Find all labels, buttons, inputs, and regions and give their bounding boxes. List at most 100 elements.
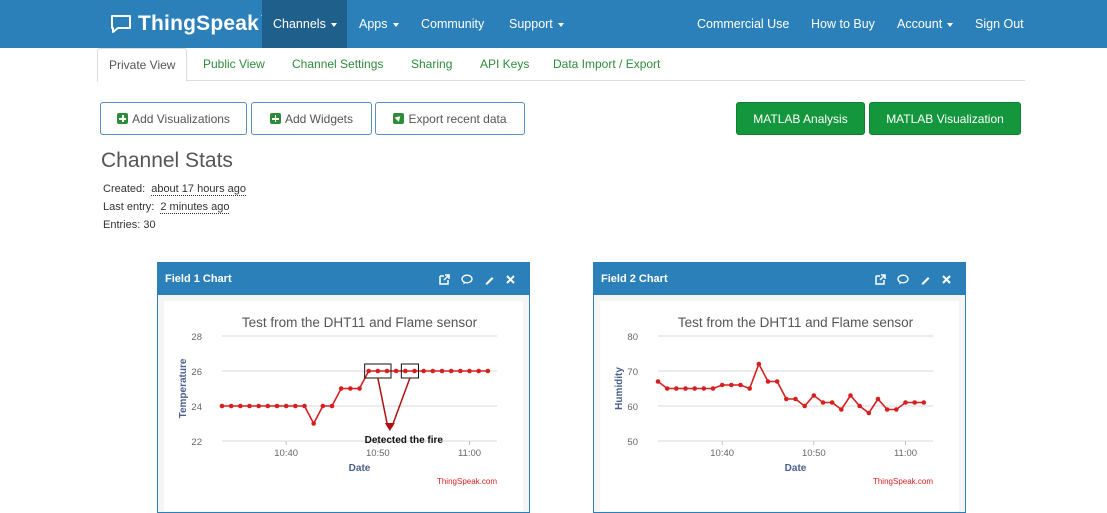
data-point bbox=[894, 407, 899, 412]
chart-title: Test from the DHT11 and Flame sensor bbox=[242, 315, 478, 330]
data-point bbox=[784, 396, 789, 402]
close-icon[interactable] bbox=[506, 274, 515, 284]
data-point bbox=[875, 396, 881, 402]
y-axis-label: Temperature bbox=[178, 358, 189, 418]
nav-apps[interactable]: Apps bbox=[359, 0, 399, 48]
data-point bbox=[311, 421, 316, 426]
nav-sign-out[interactable]: Sign Out bbox=[975, 0, 1024, 48]
data-point bbox=[430, 368, 436, 374]
data-point bbox=[692, 386, 697, 391]
data-point bbox=[366, 368, 371, 374]
field-1-panel-title: Field 1 Chart bbox=[165, 273, 232, 285]
tab-sharing[interactable]: Sharing bbox=[411, 48, 452, 81]
data-point bbox=[485, 368, 491, 374]
matlab-analysis-label: MATLAB Analysis bbox=[753, 111, 848, 126]
top-navbar: ThingSpeak™ Channels Apps Community Supp… bbox=[0, 0, 1107, 48]
channel-stats-title: Channel Stats bbox=[101, 149, 233, 172]
data-point bbox=[421, 368, 426, 374]
matlab-visualization-label: MATLAB Visualization bbox=[886, 111, 1004, 126]
thingspeak-logo[interactable]: ThingSpeak™ bbox=[110, 10, 270, 38]
data-point bbox=[228, 403, 234, 409]
external-link-icon[interactable] bbox=[439, 273, 450, 285]
comment-icon[interactable] bbox=[897, 274, 909, 285]
nav-account[interactable]: Account bbox=[897, 0, 954, 48]
data-point bbox=[903, 400, 908, 405]
external-link-icon[interactable] bbox=[875, 273, 886, 285]
y-axis-label: Humidity bbox=[614, 367, 625, 410]
data-point bbox=[458, 368, 463, 374]
plus-square-icon bbox=[269, 113, 281, 124]
series-line bbox=[222, 370, 488, 426]
nav-how-to-buy-label: How to Buy bbox=[811, 17, 875, 31]
data-point bbox=[338, 386, 344, 391]
close-icon[interactable] bbox=[942, 274, 951, 284]
data-point bbox=[384, 368, 390, 374]
tab-public-view[interactable]: Public View bbox=[203, 48, 265, 81]
add-visualizations-button[interactable]: Add Visualizations bbox=[100, 102, 247, 135]
plus-square-icon bbox=[117, 113, 129, 124]
data-point bbox=[912, 400, 917, 405]
tab-api-keys[interactable]: API Keys bbox=[480, 48, 529, 81]
caret-down-icon bbox=[392, 22, 399, 27]
data-point bbox=[719, 382, 725, 388]
add-widgets-button[interactable]: Add Widgets bbox=[251, 102, 372, 135]
tab-data-import-export[interactable]: Data Import / Export bbox=[553, 48, 660, 81]
data-point bbox=[293, 403, 298, 409]
field-2-chart-panel: Field 2 Chart Test from the DHT11 and Fl… bbox=[593, 262, 966, 513]
nav-account-label: Account bbox=[897, 17, 943, 31]
stat-entries: Entries: 30 bbox=[103, 219, 156, 231]
pencil-icon[interactable] bbox=[920, 274, 931, 285]
data-point bbox=[655, 379, 661, 384]
field-1-chart-area: Test from the DHT11 and Flame sensor 22 24… bbox=[164, 301, 523, 511]
data-point bbox=[811, 393, 817, 398]
y-tick-label: 60 bbox=[627, 402, 638, 413]
field-2-line-chart: Test from the DHT11 and Flame sensor 50 60… bbox=[614, 315, 933, 486]
export-recent-data-button[interactable]: Export recent data bbox=[375, 102, 525, 135]
tab-private-view[interactable]: Private View bbox=[97, 48, 188, 82]
comment-icon[interactable] bbox=[461, 274, 473, 285]
y-tick-label: 70 bbox=[627, 367, 638, 378]
matlab-analysis-button[interactable]: MATLAB Analysis bbox=[736, 102, 865, 135]
x-tick-label: 10:50 bbox=[366, 448, 390, 459]
data-point bbox=[683, 386, 688, 391]
data-point bbox=[866, 410, 872, 416]
y-tick-label: 50 bbox=[627, 437, 638, 448]
nav-channels-label: Channels bbox=[273, 17, 326, 31]
nav-community[interactable]: Community bbox=[421, 0, 484, 48]
data-point bbox=[256, 403, 261, 409]
brand-name: ThingSpeak bbox=[138, 12, 260, 35]
field-1-panel-tools bbox=[439, 263, 515, 295]
data-point bbox=[774, 379, 780, 384]
stat-last-entry-label: Last entry: bbox=[103, 201, 155, 213]
data-point bbox=[412, 368, 417, 374]
matlab-visualization-button[interactable]: MATLAB Visualization bbox=[869, 102, 1021, 135]
data-point bbox=[729, 382, 734, 388]
field-2-chart-area: Test from the DHT11 and Flame sensor 50 60… bbox=[600, 301, 959, 511]
nav-how-to-buy[interactable]: How to Buy bbox=[811, 0, 875, 48]
add-widgets-label: Add Widgets bbox=[284, 111, 354, 126]
data-point bbox=[320, 403, 326, 409]
data-point bbox=[664, 386, 670, 391]
data-point bbox=[375, 368, 381, 374]
data-point bbox=[283, 403, 289, 409]
nav-channels[interactable]: Channels bbox=[262, 0, 347, 48]
data-point bbox=[329, 403, 335, 409]
data-point bbox=[848, 393, 853, 398]
y-tick-label: 26 bbox=[191, 367, 202, 378]
field-1-panel-header: Field 1 Chart bbox=[158, 263, 529, 295]
chart-credit: ThingSpeak.com bbox=[873, 477, 933, 486]
tab-channel-settings[interactable]: Channel Settings bbox=[292, 48, 383, 81]
caret-down-icon bbox=[330, 22, 337, 27]
nav-commercial-use[interactable]: Commercial Use bbox=[697, 0, 789, 48]
pencil-icon[interactable] bbox=[484, 274, 495, 285]
nav-support[interactable]: Support bbox=[509, 0, 564, 48]
y-tick-label: 28 bbox=[191, 332, 202, 343]
x-axis-label: Date bbox=[785, 463, 807, 474]
caret-down-icon bbox=[557, 22, 564, 27]
chart-title: Test from the DHT11 and Flame sensor bbox=[678, 315, 914, 330]
fire-annotation-label: Detected the fire bbox=[365, 435, 444, 446]
nav-commercial-label: Commercial Use bbox=[697, 17, 790, 31]
stat-created: Created: about 17 hours ago bbox=[103, 183, 247, 196]
data-point bbox=[439, 368, 445, 374]
data-point bbox=[829, 400, 835, 405]
